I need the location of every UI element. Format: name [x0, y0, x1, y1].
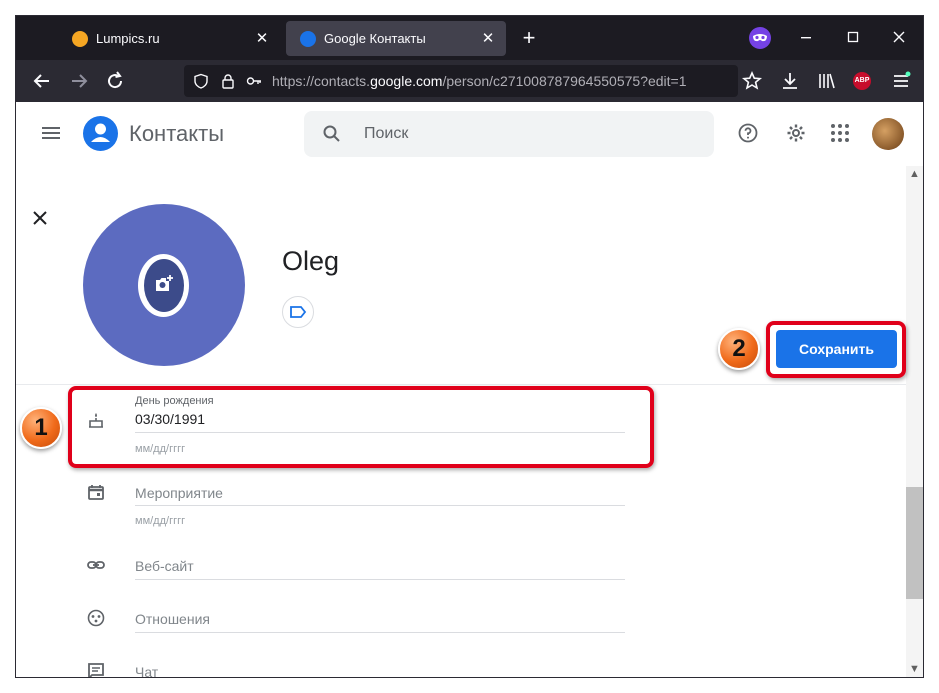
app-title[interactable]: Контакты	[129, 121, 224, 147]
forward-arrow-icon[interactable]	[67, 69, 91, 93]
private-mask-icon	[749, 27, 771, 49]
key-icon[interactable]	[246, 73, 262, 89]
new-tab-button[interactable]: +	[516, 25, 542, 51]
minimize-icon[interactable]	[795, 26, 817, 48]
settings-gear-icon[interactable]	[785, 122, 807, 144]
calendar-icon	[86, 482, 106, 502]
scrollbar-thumb[interactable]	[906, 487, 923, 599]
search-icon[interactable]	[322, 124, 342, 144]
page-content: Контакты Поиск ▲ ▼ Oleg 2 Сохранить 1 Де…	[16, 102, 923, 677]
address-bar[interactable]: https://contacts.google.com/person/c2710…	[184, 65, 738, 97]
scroll-up-arrow-icon[interactable]: ▲	[906, 166, 923, 182]
add-label-button[interactable]	[282, 296, 314, 328]
cake-icon	[86, 410, 106, 430]
download-icon[interactable]	[778, 69, 802, 93]
add-photo-icon[interactable]	[152, 272, 176, 296]
url-text[interactable]: https://contacts.google.com/person/c2710…	[272, 73, 687, 89]
apps-grid-icon[interactable]	[829, 122, 851, 144]
back-arrow-icon[interactable]	[30, 69, 54, 93]
birthday-underline	[135, 432, 625, 433]
lumpics-favicon-icon	[72, 30, 88, 47]
step-2-badge: 2	[718, 328, 760, 370]
tab-close-icon[interactable]: ✕	[254, 30, 270, 47]
reload-icon[interactable]	[103, 69, 127, 93]
tab-lumpics[interactable]: Lumpics.ru ✕	[58, 21, 280, 56]
relation-underline	[135, 632, 625, 633]
shield-icon[interactable]	[193, 73, 209, 89]
search-box[interactable]: Поиск	[304, 111, 714, 157]
app-header: Контакты Поиск	[16, 102, 906, 166]
main-menu-icon[interactable]	[42, 124, 62, 142]
event-input[interactable]: Мероприятие	[135, 485, 223, 501]
birthday-label: День рождения	[135, 395, 214, 407]
tab-google-contacts[interactable]: Google Контакты ✕	[286, 21, 506, 56]
link-icon	[86, 555, 106, 575]
search-input[interactable]: Поиск	[364, 125, 408, 143]
contacts-favicon-icon	[300, 30, 316, 47]
relation-icon	[86, 608, 106, 628]
close-editor-icon[interactable]	[30, 208, 50, 228]
tab-bar: Lumpics.ru ✕ Google Контакты ✕ +	[16, 16, 923, 60]
chat-icon	[86, 661, 106, 677]
help-icon[interactable]	[737, 122, 759, 144]
step-1-badge: 1	[20, 407, 62, 449]
bookmark-star-icon[interactable]	[740, 69, 764, 93]
maximize-icon[interactable]	[842, 26, 864, 48]
event-format-hint: мм/дд/гггг	[135, 515, 186, 527]
tab-title: Google Контакты	[324, 31, 426, 46]
tab-close-icon[interactable]: ✕	[480, 30, 496, 47]
birthday-input[interactable]: 03/30/1991	[135, 411, 205, 427]
account-avatar[interactable]	[872, 118, 904, 150]
browser-window: Lumpics.ru ✕ Google Контакты ✕ + https:/…	[15, 15, 924, 678]
tab-title: Lumpics.ru	[96, 31, 160, 46]
menu-hamburger-icon[interactable]	[889, 69, 913, 93]
website-underline	[135, 579, 625, 580]
website-input[interactable]: Веб-сайт	[135, 558, 194, 574]
save-button[interactable]: Сохранить	[776, 330, 897, 368]
event-underline	[135, 505, 625, 506]
contact-photo[interactable]	[83, 204, 245, 366]
contacts-logo-icon[interactable]	[83, 116, 118, 151]
lock-icon[interactable]	[220, 73, 236, 89]
birthday-format-hint: мм/дд/гггг	[135, 443, 186, 455]
section-divider	[16, 384, 906, 385]
navigation-bar: https://contacts.google.com/person/c2710…	[16, 60, 923, 102]
chat-input[interactable]: Чат	[135, 664, 158, 677]
adblock-plus-icon[interactable]: ABP	[853, 72, 871, 90]
scrollbar-track[interactable]	[906, 166, 923, 677]
relation-input[interactable]: Отношения	[135, 611, 210, 627]
contact-name[interactable]: Oleg	[282, 246, 339, 277]
scroll-down-arrow-icon[interactable]: ▼	[906, 661, 923, 677]
library-icon[interactable]	[815, 69, 839, 93]
close-window-icon[interactable]	[888, 26, 910, 48]
